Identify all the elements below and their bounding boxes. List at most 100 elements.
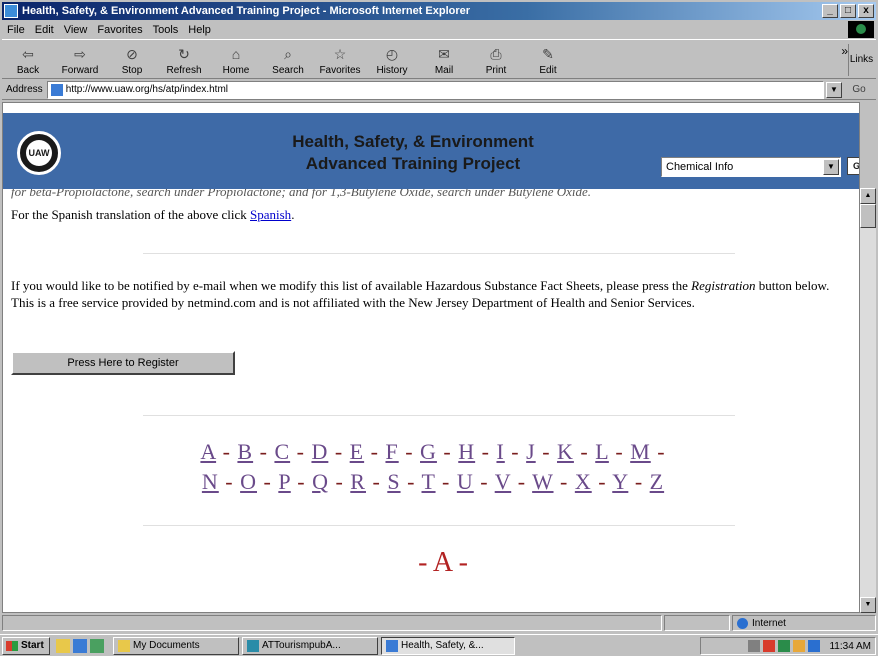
address-go-button[interactable]: Go xyxy=(842,84,876,95)
menu-help[interactable]: Help xyxy=(183,24,216,36)
messenger-icon[interactable] xyxy=(808,640,821,652)
letter-link-b[interactable]: B xyxy=(237,439,253,464)
menu-view[interactable]: View xyxy=(59,24,93,36)
outlook-icon[interactable] xyxy=(90,638,104,653)
banner-go-button[interactable]: GO xyxy=(847,157,859,175)
address-input[interactable]: http://www.uaw.org/hs/atp/index.html xyxy=(46,80,824,99)
refresh-button[interactable]: ↻ Refresh xyxy=(158,40,210,78)
uaw-logo: UAW xyxy=(17,131,61,175)
mail-button[interactable]: ✉ Mail xyxy=(418,40,470,78)
norton-icon[interactable] xyxy=(763,640,776,652)
menu-tools[interactable]: Tools xyxy=(148,24,184,36)
search-button[interactable]: ⌕ Search xyxy=(262,40,314,78)
letter-link-o[interactable]: O xyxy=(240,469,257,494)
letter-separator: - xyxy=(328,439,350,464)
maximize-button[interactable]: □ xyxy=(840,4,856,18)
system-tray: 11:34 AM xyxy=(700,637,876,655)
title-bar[interactable]: Health, Safety, & Environment Advanced T… xyxy=(2,2,876,20)
back-button[interactable]: ⇦ Back xyxy=(2,40,54,78)
letter-link-w[interactable]: W xyxy=(532,469,553,494)
home-icon: ⌂ xyxy=(231,46,241,62)
history-button[interactable]: ◴ History xyxy=(366,40,418,78)
chevron-down-icon[interactable]: ▼ xyxy=(823,159,839,175)
letter-link-z[interactable]: Z xyxy=(650,469,664,494)
scroll-up-icon[interactable]: ▲ xyxy=(860,188,876,204)
close-button[interactable]: x xyxy=(858,4,874,18)
stop-button[interactable]: ⊘ Stop xyxy=(106,40,158,78)
letter-link-u[interactable]: U xyxy=(457,469,474,494)
register-button[interactable]: Press Here to Register xyxy=(11,351,235,375)
letter-link-v[interactable]: V xyxy=(495,469,512,494)
address-url: http://www.uaw.org/hs/atp/index.html xyxy=(65,84,228,95)
task-attourism[interactable]: ATTourismpubA... xyxy=(242,636,378,655)
vertical-scrollbar[interactable]: ▲ ▼ xyxy=(860,188,876,613)
letter-link-k[interactable]: K xyxy=(557,439,574,464)
divider xyxy=(143,525,735,526)
letter-link-l[interactable]: L xyxy=(595,439,609,464)
alphabet-row-1: A - B - C - D - E - F - G - H - I - J - … xyxy=(163,439,703,465)
network-icon[interactable] xyxy=(748,640,761,652)
task-my-documents[interactable]: My Documents xyxy=(113,636,239,655)
letter-link-f[interactable]: F xyxy=(385,439,398,464)
uaw-logo-text: UAW xyxy=(26,140,52,166)
letter-link-c[interactable]: C xyxy=(274,439,290,464)
home-button[interactable]: ⌂ Home xyxy=(210,40,262,78)
scroll-down-icon[interactable]: ▼ xyxy=(860,597,876,613)
desktop-icon[interactable] xyxy=(56,638,70,653)
alphabet-row-2: N - O - P - Q - R - S - T - U - V - W - … xyxy=(163,469,703,495)
letter-link-s[interactable]: S xyxy=(387,469,400,494)
edit-button[interactable]: ✎ Edit xyxy=(522,40,574,78)
banner-title-line2: Advanced Training Project xyxy=(305,154,521,173)
ie-quicklaunch-icon[interactable] xyxy=(73,638,87,653)
tray-app-icon[interactable] xyxy=(778,640,791,652)
address-dropdown-icon[interactable]: ▼ xyxy=(826,81,842,98)
site-banner: UAW Health, Safety, & Environment Advanc… xyxy=(3,113,859,189)
letter-link-g[interactable]: G xyxy=(420,439,437,464)
favorites-button[interactable]: ☆ Favorites xyxy=(314,40,366,78)
letter-separator: - xyxy=(435,469,457,494)
letter-separator: - xyxy=(553,469,575,494)
print-button[interactable]: ⎙ Print xyxy=(470,40,522,78)
letter-separator: - xyxy=(328,469,351,494)
toolbar-chevron-icon[interactable]: » xyxy=(841,44,848,58)
letter-link-r[interactable]: R xyxy=(350,469,366,494)
status-text xyxy=(2,615,662,631)
task-health-safety[interactable]: Health, Safety, &... xyxy=(381,636,515,655)
edit-icon: ✎ xyxy=(542,45,554,62)
letter-separator: - xyxy=(400,469,422,494)
clock[interactable]: 11:34 AM xyxy=(829,641,871,652)
letter-link-p[interactable]: P xyxy=(278,469,290,494)
letter-link-j[interactable]: J xyxy=(526,439,536,464)
address-label: Address xyxy=(6,84,43,95)
spanish-link[interactable]: Spanish xyxy=(250,207,291,222)
start-button[interactable]: Start xyxy=(2,636,50,655)
volume-icon[interactable] xyxy=(793,640,806,652)
letter-link-d[interactable]: D xyxy=(311,439,328,464)
menu-favorites[interactable]: Favorites xyxy=(92,24,147,36)
letter-link-n[interactable]: N xyxy=(202,469,219,494)
forward-button[interactable]: ⇨ Forward xyxy=(54,40,106,78)
links-button[interactable]: Links xyxy=(848,44,874,76)
scroll-thumb[interactable] xyxy=(860,204,876,228)
letter-link-y[interactable]: Y xyxy=(612,469,628,494)
window-title: Health, Safety, & Environment Advanced T… xyxy=(22,5,471,17)
back-icon: ⇦ xyxy=(22,45,34,62)
globe-icon xyxy=(737,617,748,629)
status-bar: Internet xyxy=(2,614,876,632)
forward-icon: ⇨ xyxy=(74,45,86,62)
letter-link-i[interactable]: I xyxy=(496,439,504,464)
letter-link-q[interactable]: Q xyxy=(312,469,329,494)
chemical-info-value: Chemical Info xyxy=(666,161,734,173)
letter-link-t[interactable]: T xyxy=(422,469,436,494)
chemical-info-select[interactable]: Chemical Info ▼ xyxy=(661,157,841,177)
banner-title: Health, Safety, & Environment Advanced T… xyxy=(223,131,603,175)
letter-link-a[interactable]: A xyxy=(200,439,216,464)
letter-link-e[interactable]: E xyxy=(350,439,364,464)
security-zone: Internet xyxy=(732,615,876,631)
menu-edit[interactable]: Edit xyxy=(30,24,59,36)
letter-link-h[interactable]: H xyxy=(458,439,475,464)
minimize-button[interactable]: _ xyxy=(822,4,838,18)
menu-file[interactable]: File xyxy=(2,24,30,36)
letter-link-m[interactable]: M xyxy=(630,439,651,464)
letter-link-x[interactable]: X xyxy=(575,469,592,494)
